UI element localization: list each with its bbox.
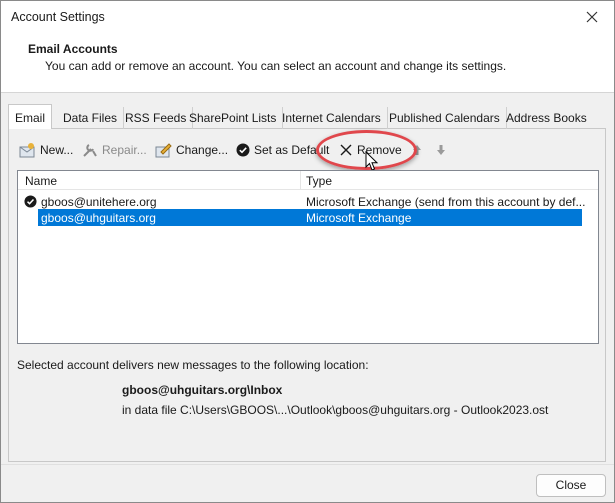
column-header-name[interactable]: Name bbox=[25, 174, 57, 188]
title-bar: Account Settings bbox=[1, 1, 614, 33]
account-name: gboos@unitehere.org bbox=[41, 195, 157, 209]
new-button-label: New... bbox=[40, 143, 74, 157]
window-title: Account Settings bbox=[11, 10, 105, 24]
new-button[interactable]: New... bbox=[19, 139, 73, 161]
column-divider[interactable] bbox=[300, 171, 301, 190]
column-header-type[interactable]: Type bbox=[306, 174, 332, 188]
list-header: Name Type bbox=[18, 171, 598, 190]
change-icon bbox=[155, 142, 172, 158]
close-icon[interactable] bbox=[580, 5, 604, 29]
account-type: Microsoft Exchange bbox=[306, 211, 412, 225]
repair-button[interactable]: Repair... bbox=[82, 139, 147, 161]
tab-published-calendars[interactable]: Published Calendars bbox=[383, 107, 507, 129]
list-item[interactable]: gboos@unitehere.org Microsoft Exchange (… bbox=[18, 193, 598, 210]
delivery-data-file: in data file C:\Users\GBOOS\...\Outlook\… bbox=[122, 403, 549, 417]
header-title: Email Accounts bbox=[28, 42, 118, 56]
list-item-selected[interactable]: gboos@uhguitars.org Microsoft Exchange bbox=[18, 209, 598, 226]
delivery-location-label: Selected account delivers new messages t… bbox=[17, 358, 369, 372]
dialog-header: Email Accounts You can add or remove an … bbox=[1, 33, 614, 93]
repair-icon bbox=[82, 142, 98, 158]
tab-sharepoint-lists[interactable]: SharePoint Lists bbox=[183, 107, 284, 129]
account-type: Microsoft Exchange (send from this accou… bbox=[306, 195, 586, 209]
footer-divider bbox=[1, 464, 614, 465]
move-down-button[interactable] bbox=[436, 139, 446, 161]
arrow-down-icon bbox=[436, 144, 446, 156]
account-name: gboos@uhguitars.org bbox=[41, 211, 156, 225]
close-button[interactable]: Close bbox=[536, 474, 606, 497]
delivery-mailbox: gboos@uhguitars.org\Inbox bbox=[122, 383, 283, 397]
tab-email[interactable]: Email bbox=[8, 104, 53, 129]
change-button[interactable]: Change... bbox=[155, 139, 228, 161]
change-button-label: Change... bbox=[176, 143, 229, 157]
tab-address-books[interactable]: Address Books bbox=[500, 107, 593, 129]
tab-data-files[interactable]: Data Files bbox=[57, 107, 125, 129]
tab-internet-calendars[interactable]: Internet Calendars bbox=[276, 107, 388, 129]
account-settings-dialog: Account Settings Email Accounts You can … bbox=[0, 0, 615, 503]
repair-button-label: Repair... bbox=[102, 143, 147, 157]
checkmark-circle-icon bbox=[236, 143, 250, 157]
accounts-list: Name Type gboos@unitehere.org Microsoft … bbox=[17, 170, 599, 344]
new-account-icon bbox=[19, 142, 36, 158]
header-subtitle: You can add or remove an account. You ca… bbox=[45, 59, 507, 73]
